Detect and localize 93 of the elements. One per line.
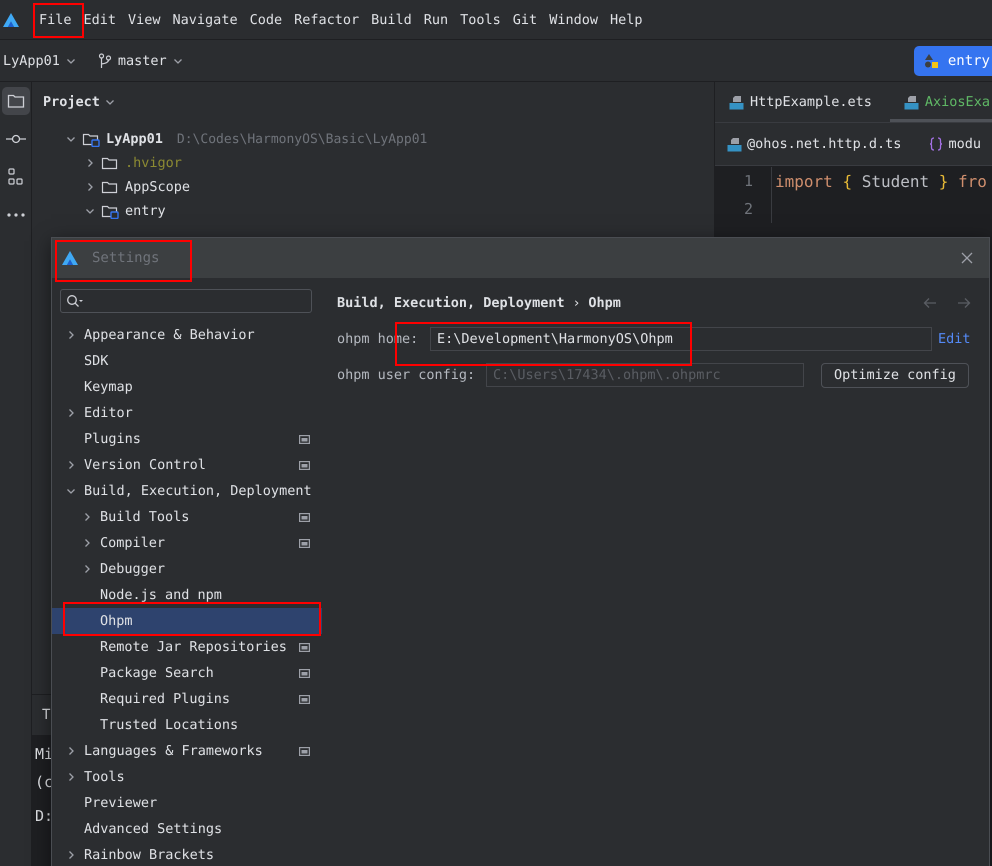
tree-item-label[interactable]: .hvigor (125, 155, 182, 171)
settings-tree-item[interactable]: Plugins (52, 426, 322, 452)
chevron-right-icon[interactable] (66, 330, 76, 340)
chevron-down-icon[interactable] (66, 486, 76, 496)
folder-icon (101, 155, 119, 171)
tree-item-label[interactable]: AppScope (125, 179, 190, 195)
console-line: Mi (35, 744, 54, 765)
settings-tree-item[interactable]: Remote Jar Repositories (52, 634, 322, 660)
tool-window-tab[interactable]: T (42, 707, 50, 723)
project-selector[interactable]: LyApp01 (3, 52, 60, 68)
menu-item[interactable]: Tools (460, 12, 501, 28)
menu-item[interactable]: Edit (84, 12, 116, 28)
file-type-icon (727, 136, 742, 152)
search-field[interactable] (60, 289, 312, 313)
settings-tree-item[interactable]: Rainbow Brackets (52, 842, 322, 866)
breadcrumb-item: Ohpm (588, 295, 621, 311)
menu-item[interactable]: File (39, 12, 72, 28)
menu-item[interactable]: Refactor (294, 12, 360, 28)
folder-icon (101, 179, 119, 195)
settings-tree-item[interactable]: Version Control (52, 452, 322, 478)
settings-tree-item[interactable]: Appearance & Behavior (52, 322, 322, 348)
settings-tree-item[interactable]: Tools (52, 764, 322, 790)
file-type-icon (729, 94, 744, 110)
breadcrumb-item[interactable]: Build, Execution, Deployment (337, 295, 565, 311)
settings-tree-item[interactable]: Previewer (52, 790, 322, 816)
breadcrumb-item[interactable]: modu (948, 136, 981, 152)
chevron-right-icon[interactable] (82, 564, 92, 574)
tree-item-label[interactable]: entry (125, 203, 166, 219)
module-folder-icon (101, 203, 119, 219)
breadcrumb-item[interactable]: @ohos.net.http.d.ts (747, 136, 902, 152)
edit-link[interactable]: Edit (938, 331, 971, 347)
field-label: ohpm user config: (337, 367, 476, 383)
menu-item[interactable]: Git (512, 12, 538, 28)
settings-tree-item[interactable]: Package Search (52, 660, 322, 686)
chevron-right-icon[interactable] (85, 158, 95, 168)
more-icon (6, 213, 24, 217)
console-line: D: (35, 806, 54, 827)
file-type-icon (904, 94, 919, 110)
folder-icon (6, 93, 24, 109)
menu-item[interactable]: Navigate (172, 12, 238, 28)
panel-title[interactable]: Project (43, 94, 100, 110)
menu-item[interactable]: Build (371, 12, 412, 28)
menu-item[interactable]: Window (549, 12, 598, 28)
commit-icon (6, 134, 26, 144)
chevron-down-icon[interactable] (85, 206, 95, 216)
logo-icon (62, 251, 78, 265)
chevron-right-icon[interactable] (66, 460, 76, 470)
branch-icon[interactable] (98, 52, 112, 68)
menu-item[interactable]: View (128, 12, 161, 28)
dialog-title: Settings (92, 250, 160, 266)
settings-tree-item[interactable]: Languages & Frameworks (52, 738, 322, 764)
code-line: import { Student } fro (774, 172, 987, 190)
line-number: 1 (715, 167, 772, 195)
close-icon[interactable] (961, 252, 973, 264)
settings-tree-item[interactable]: Required Plugins (52, 686, 322, 712)
menu-item[interactable]: Code (250, 12, 282, 28)
settings-tree-item[interactable]: Trusted Locations (52, 712, 322, 738)
chevron-right-icon[interactable] (66, 772, 76, 782)
breadcrumb-separator: › (572, 296, 580, 310)
settings-tree-item[interactable]: Ohpm (52, 608, 322, 634)
tree-item-label[interactable]: LyApp01 (106, 131, 163, 147)
ohpm-home-field[interactable]: E:\Development\HarmonyOS\Ohpm (430, 327, 932, 351)
settings-tree-item[interactable]: Advanced Settings (52, 816, 322, 842)
settings-tree-item[interactable]: SDK (52, 348, 322, 374)
editor-tab[interactable]: HttpExample.ets (715, 82, 890, 122)
settings-tree-item[interactable]: Node.js and npm (52, 582, 322, 608)
settings-tree-item[interactable]: Compiler (52, 530, 322, 556)
project-path: D:\Codes\HarmonyOS\Basic\LyApp01 (176, 132, 428, 146)
project-tool-button[interactable] (2, 87, 30, 115)
settings-tree-item[interactable]: Editor (52, 400, 322, 426)
chevron-right-icon[interactable] (85, 182, 95, 192)
chevron-right-icon[interactable] (66, 746, 76, 756)
menu-item[interactable]: Run (424, 12, 448, 28)
module-folder-icon (82, 131, 100, 147)
branch-selector[interactable]: master (118, 52, 167, 68)
chevron-down-icon[interactable] (66, 134, 76, 144)
chevron-right-icon[interactable] (66, 408, 76, 418)
line-number: 2 (715, 195, 772, 223)
settings-tree-item[interactable]: Build, Execution, Deployment (52, 478, 322, 504)
run-configuration-button[interactable]: entry (914, 46, 992, 76)
search-icon (66, 294, 84, 308)
chevron-right-icon[interactable] (66, 850, 76, 860)
settings-tree-item[interactable]: Keymap (52, 374, 322, 400)
chevron-down-icon[interactable] (104, 97, 115, 107)
braces-icon (929, 137, 944, 151)
menu-item[interactable]: Help (610, 12, 642, 28)
settings-tree-item[interactable]: Debugger (52, 556, 322, 582)
logo-icon[interactable] (3, 12, 19, 26)
shapes-icon (924, 52, 940, 68)
chevron-right-icon[interactable] (82, 512, 92, 522)
settings-tree-item[interactable]: Build Tools (52, 504, 322, 530)
structure-icon (8, 168, 24, 186)
chevron-right-icon[interactable] (82, 538, 92, 548)
